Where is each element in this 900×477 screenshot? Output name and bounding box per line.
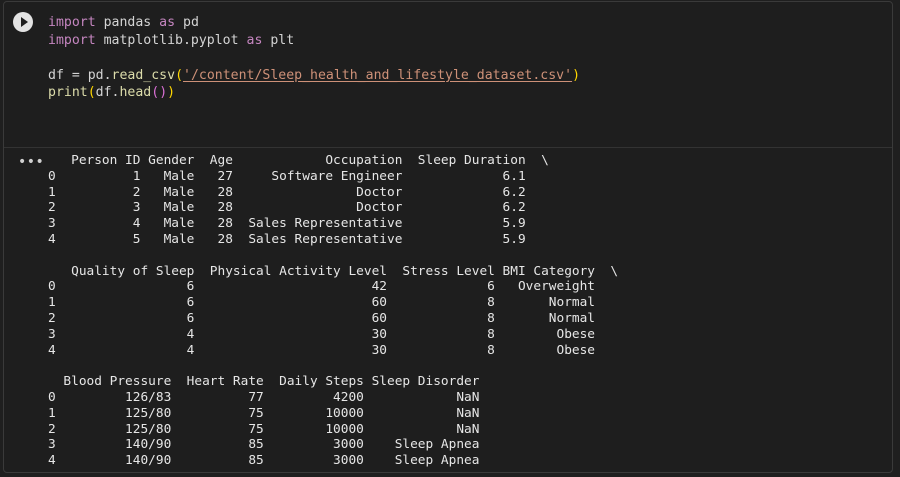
code-editor[interactable]: import pandas as pd import matplotlib.py… <box>48 14 580 102</box>
function-name: read_csv <box>111 67 176 83</box>
keyword: as <box>159 15 176 30</box>
code-line: print(df.head()) <box>48 85 176 100</box>
code-line: df = pd.read_csv('/content/Sleep_health_… <box>48 67 581 83</box>
function-name: print <box>48 85 88 100</box>
keyword: as <box>246 32 263 48</box>
play-circle-icon[interactable] <box>13 12 33 32</box>
code-line: import pandas as pd <box>48 15 199 30</box>
ellipsis-icon[interactable]: ••• <box>18 154 44 170</box>
cell-output-divider <box>4 147 892 148</box>
notebook-code-cell: import pandas as pd import matplotlib.py… <box>3 1 893 473</box>
string-literal: '/content/Sleep_health_and_lifestyle_dat… <box>183 67 573 83</box>
keyword: import <box>48 15 96 30</box>
code-line: import matplotlib.pyplot as plt <box>48 32 295 48</box>
keyword: import <box>48 32 96 48</box>
function-name: head <box>119 85 152 100</box>
cell-output-text: Person ID Gender Age Occupation Sleep Du… <box>48 153 619 469</box>
